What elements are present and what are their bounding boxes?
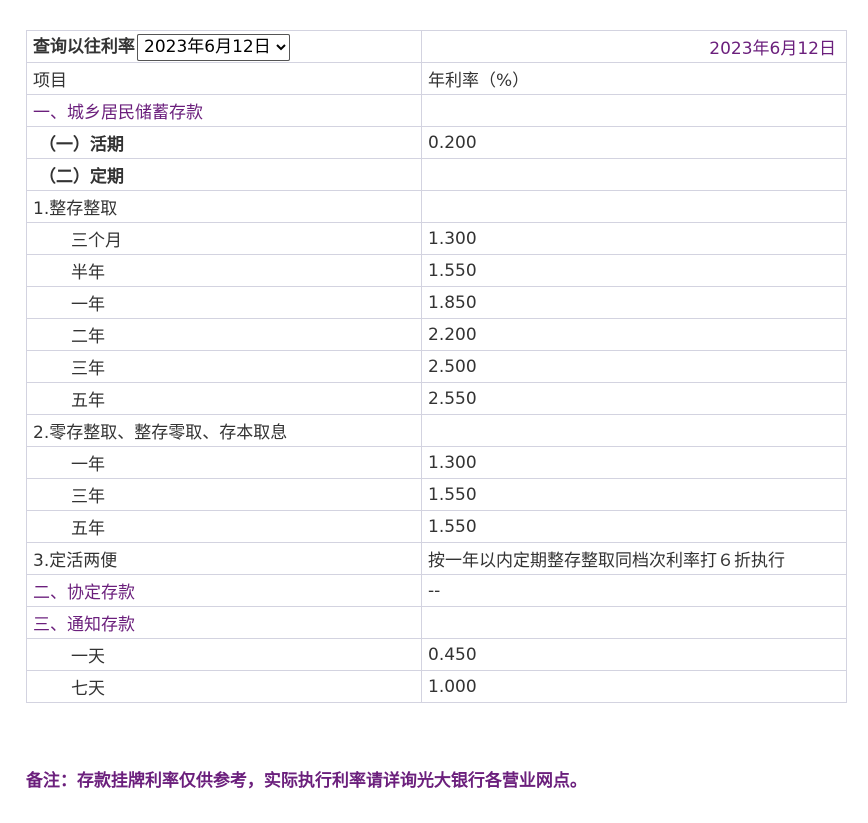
header-rate: 年利率（%） [421, 62, 847, 95]
table-row: 五年 1.550 [26, 510, 847, 543]
date-select[interactable]: 2023年6月12日 [137, 33, 290, 61]
row-rate: 1.300 [421, 222, 847, 255]
row-name: 三、通知存款 [26, 606, 422, 639]
table-row: 一年 1.300 [26, 446, 847, 479]
row-rate: 0.450 [421, 638, 847, 671]
row-rate: 1.550 [421, 478, 847, 511]
table-row: 三、通知存款 [26, 606, 847, 639]
table-row: 二年 2.200 [26, 318, 847, 351]
row-rate: 0.200 [421, 126, 847, 159]
table-row: 2.零存整取、整存零取、存本取息 [26, 414, 847, 447]
row-name: 一天 [26, 638, 422, 671]
table-row: 三年 1.550 [26, 478, 847, 511]
table-row: 一年 1.850 [26, 286, 847, 319]
row-rate: 1.300 [421, 446, 847, 479]
query-row: 查询以往利率 2023年6月12日 2023年6月12日 [26, 30, 847, 63]
row-rate [421, 606, 847, 639]
row-name: 七天 [26, 670, 422, 703]
table-row: 一天 0.450 [26, 638, 847, 671]
row-name: 三年 [26, 478, 422, 511]
row-name: 半年 [26, 254, 422, 287]
row-name: 一年 [26, 446, 422, 479]
table-row: 三个月 1.300 [26, 222, 847, 255]
table-row: 五年 2.550 [26, 382, 847, 415]
row-name: 1.整存整取 [26, 190, 422, 223]
table-row: 一、城乡居民储蓄存款 [26, 94, 847, 127]
row-name: 三个月 [26, 222, 422, 255]
row-rate [421, 94, 847, 127]
row-name: 一、城乡居民储蓄存款 [26, 94, 422, 127]
header-row: 项目 年利率（%） [26, 62, 847, 95]
row-name: 二年 [26, 318, 422, 351]
query-cell: 查询以往利率 2023年6月12日 [26, 30, 422, 63]
row-name: 五年 [26, 382, 422, 415]
header-item: 项目 [26, 62, 422, 95]
row-rate: -- [421, 574, 847, 607]
row-name: 2.零存整取、整存零取、存本取息 [26, 414, 422, 447]
table-row: 1.整存整取 [26, 190, 847, 223]
row-name: （一）活期 [26, 126, 422, 159]
row-rate: 2.550 [421, 382, 847, 415]
footnote: 备注：存款挂牌利率仅供参考，实际执行利率请详询光大银行各营业网点。 [26, 771, 587, 791]
row-rate: 2.200 [421, 318, 847, 351]
row-rate: 2.500 [421, 350, 847, 383]
row-name: 一年 [26, 286, 422, 319]
table-row: （一）活期 0.200 [26, 126, 847, 159]
query-label: 查询以往利率 [33, 37, 135, 58]
display-date: 2023年6月12日 [421, 30, 847, 63]
row-rate [421, 158, 847, 191]
table-row: （二）定期 [26, 158, 847, 191]
row-name: 3.定活两便 [26, 542, 422, 575]
row-rate: 1.550 [421, 254, 847, 287]
table-row: 二、协定存款 -- [26, 574, 847, 607]
row-name: 三年 [26, 350, 422, 383]
row-rate: 1.000 [421, 670, 847, 703]
row-name: （二）定期 [26, 158, 422, 191]
row-rate [421, 190, 847, 223]
table-row: 七天 1.000 [26, 670, 847, 703]
table-row: 半年 1.550 [26, 254, 847, 287]
row-rate: 按一年以内定期整存整取同档次利率打６折执行 [421, 542, 847, 575]
row-name: 二、协定存款 [26, 574, 422, 607]
row-rate: 1.550 [421, 510, 847, 543]
row-rate [421, 414, 847, 447]
row-rate: 1.850 [421, 286, 847, 319]
table-row: 三年 2.500 [26, 350, 847, 383]
rate-table-container: 查询以往利率 2023年6月12日 2023年6月12日 项目 年利率（%） 一、… [26, 30, 847, 703]
rate-table: 查询以往利率 2023年6月12日 2023年6月12日 项目 年利率（%） 一、… [26, 30, 847, 703]
row-name: 五年 [26, 510, 422, 543]
table-row: 3.定活两便 按一年以内定期整存整取同档次利率打６折执行 [26, 542, 847, 575]
